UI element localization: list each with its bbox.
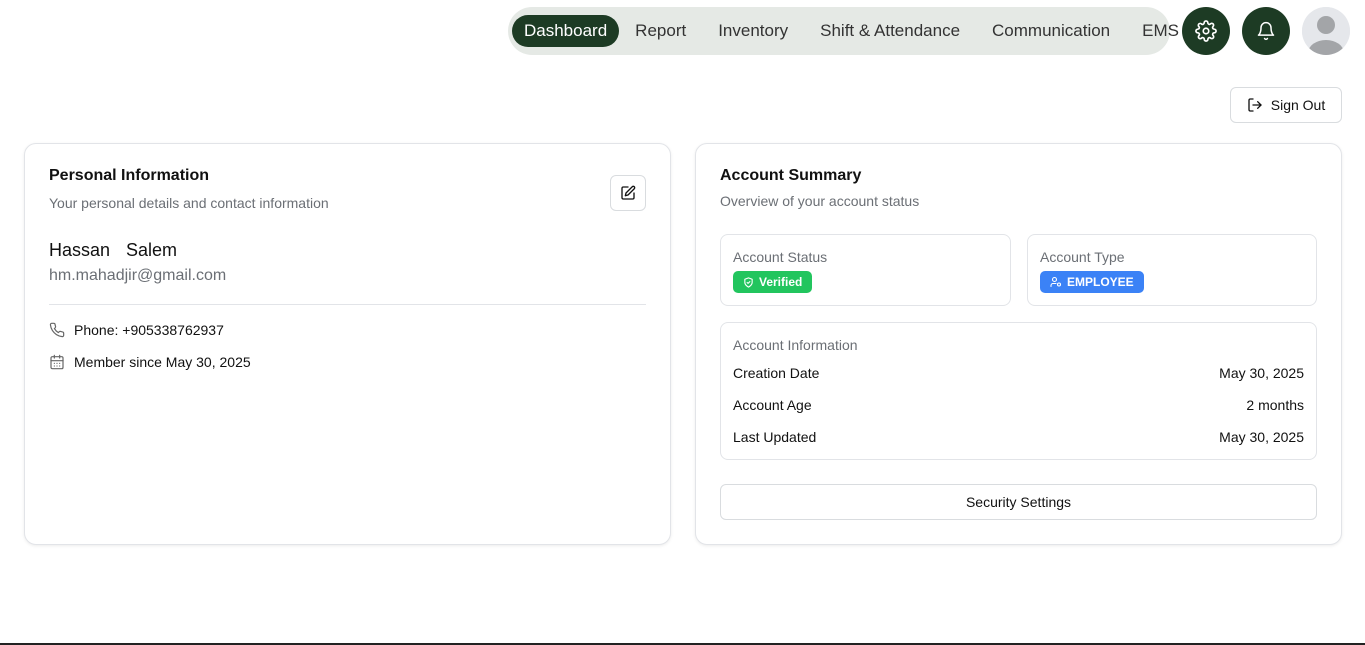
account-summary-title: Account Summary (720, 167, 862, 184)
phone-row: Phone: +905338762937 (49, 322, 224, 338)
full-name: Hassan Salem (49, 240, 177, 261)
verified-text: Verified (759, 275, 803, 289)
last-updated-row: Last Updated May 30, 2025 (733, 429, 1304, 445)
employee-text: EMPLOYEE (1067, 275, 1134, 289)
sign-out-label: Sign Out (1270, 97, 1326, 113)
member-since-text: Member since May 30, 2025 (74, 354, 251, 370)
user-avatar[interactable] (1302, 7, 1350, 55)
creation-date-value: May 30, 2025 (1219, 365, 1304, 381)
account-type-box: Account Type EMPLOYEE (1027, 234, 1317, 306)
edit-profile-button[interactable] (610, 175, 646, 211)
divider (49, 304, 646, 305)
employee-badge: EMPLOYEE (1040, 271, 1144, 293)
creation-date-label: Creation Date (733, 365, 820, 381)
sign-out-button[interactable]: Sign Out (1230, 87, 1342, 123)
personal-information-card: Personal Information Your personal detai… (24, 143, 671, 545)
account-summary-subtitle: Overview of your account status (720, 193, 920, 209)
user-cog-icon (1050, 276, 1062, 288)
account-status-box: Account Status Verified (720, 234, 1011, 306)
personal-info-subtitle: Your personal details and contact inform… (49, 195, 329, 211)
notifications-button[interactable] (1242, 7, 1290, 55)
last-name: Salem (126, 240, 178, 260)
nav-shift-attendance[interactable]: Shift & Attendance (804, 15, 976, 47)
edit-icon (621, 185, 636, 200)
verified-badge: Verified (733, 271, 813, 293)
security-settings-button[interactable]: Security Settings (720, 484, 1317, 520)
personal-info-title: Personal Information (49, 167, 210, 184)
last-updated-value: May 30, 2025 (1219, 429, 1304, 445)
creation-date-row: Creation Date May 30, 2025 (733, 365, 1304, 381)
nav-communication[interactable]: Communication (976, 15, 1126, 47)
avatar-icon (1302, 7, 1350, 55)
account-information-title: Account Information (733, 337, 858, 353)
main-nav: Dashboard Report Inventory Shift & Atten… (508, 7, 1179, 55)
shield-check-icon (744, 276, 753, 288)
nav-inventory[interactable]: Inventory (702, 15, 804, 47)
gear-icon (1195, 20, 1217, 42)
nav-report[interactable]: Report (619, 15, 702, 47)
account-type-label: Account Type (1040, 249, 1125, 265)
bell-icon (1257, 21, 1275, 41)
phone-icon (49, 322, 65, 338)
email-address: hm.mahadjir@gmail.com (49, 267, 227, 284)
account-information-box: Account Information Creation Date May 30… (720, 322, 1317, 460)
log-out-icon (1248, 98, 1262, 112)
phone-text: Phone: +905338762937 (74, 322, 224, 338)
first-name: Hassan (49, 240, 111, 260)
account-summary-card: Account Summary Overview of your account… (695, 143, 1342, 545)
account-age-label: Account Age (733, 397, 812, 413)
last-updated-label: Last Updated (733, 429, 817, 445)
settings-button[interactable] (1182, 7, 1230, 55)
account-age-value: 2 months (1246, 397, 1304, 413)
account-status-label: Account Status (733, 249, 828, 265)
nav-dashboard[interactable]: Dashboard (512, 15, 620, 47)
calendar-icon (50, 354, 64, 370)
member-since-row: Member since May 30, 2025 (49, 354, 251, 370)
account-age-row: Account Age 2 months (733, 397, 1304, 413)
